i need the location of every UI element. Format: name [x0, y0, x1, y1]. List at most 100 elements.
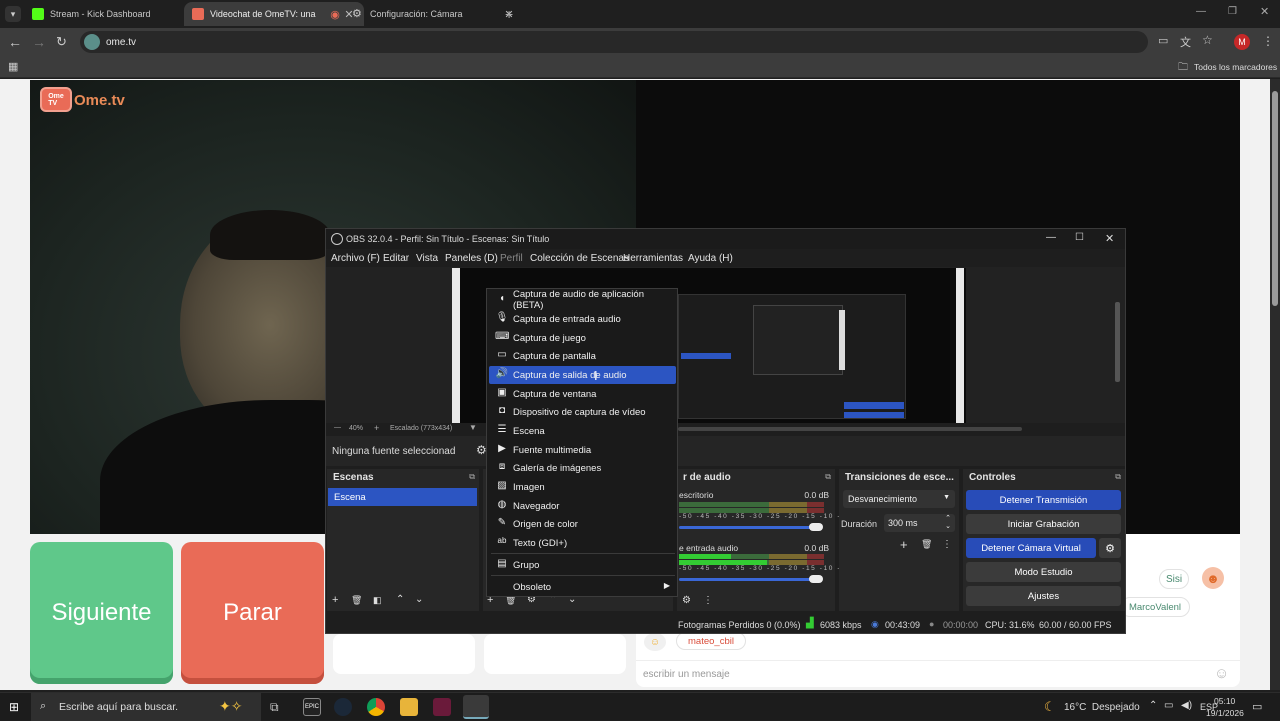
menu-perfil[interactable]: Perfil [500, 253, 523, 264]
back-icon[interactable]: ← [8, 34, 22, 50]
menu-dots-icon[interactable]: ⋮ [1262, 34, 1274, 48]
clock-date[interactable]: 19/1/2026 [1206, 708, 1244, 718]
filter-icon[interactable]: ◧ [373, 595, 382, 606]
volume-slider[interactable] [679, 526, 817, 529]
emoji-icon[interactable]: ☺ [1214, 665, 1229, 682]
menu-item-image-slideshow[interactable]: ⧈ Galería de imágenes [489, 459, 676, 477]
profile-avatar[interactable]: M [1234, 34, 1250, 50]
windows-start-icon[interactable]: ⊞ [9, 700, 19, 714]
notifications-icon[interactable]: ▭ [1252, 700, 1262, 713]
settings-button[interactable]: Ajustes [966, 586, 1121, 606]
spin-up-icon[interactable]: ⌃ [945, 514, 951, 522]
menu-vista[interactable]: Vista [416, 253, 438, 264]
apps-grid-icon[interactable]: ▦ [8, 60, 18, 73]
menu-item-group[interactable]: ▤ Grupo [489, 556, 676, 574]
trash-icon[interactable]: 🗑 [351, 595, 362, 606]
bookmark-star-icon[interactable]: ☆ [1202, 33, 1213, 47]
dock-undock-icon[interactable]: ⧉ [469, 472, 475, 482]
start-recording-button[interactable]: Iniciar Grabación [966, 514, 1121, 534]
stop-virtual-camera-button[interactable]: Detener Cámara Virtual [966, 538, 1096, 558]
menu-item-color-source[interactable]: ✎ Origen de color [489, 515, 676, 533]
dock-undock-icon[interactable]: ⧉ [825, 472, 831, 482]
menu-coleccion-escenas[interactable]: Colección de Escenas [530, 253, 629, 264]
dock-undock-icon[interactable]: ⧉ [1115, 472, 1121, 482]
maximize-icon[interactable]: ☐ [1075, 232, 1084, 243]
zoom-in-icon[interactable]: + [374, 423, 379, 433]
add-scene-icon[interactable]: + [332, 594, 338, 606]
site-info-icon[interactable] [84, 34, 100, 50]
menu-item-image[interactable]: ▨ Imagen [489, 478, 676, 496]
menu-herramientas[interactable]: Herramientas [623, 253, 683, 264]
scaling-dropdown-icon[interactable]: ▼ [469, 423, 477, 432]
preview-scrollbar[interactable] [1115, 302, 1120, 382]
weather-text[interactable]: 16°C Despejado [1064, 702, 1140, 713]
network-icon[interactable]: ▭ [1164, 700, 1173, 711]
menu-item-audio-output-capture[interactable]: 🔊 Captura de salida de audio [489, 366, 676, 384]
new-tab-icon[interactable]: + [505, 6, 513, 22]
tray-chevron-icon[interactable]: ⌃ [1149, 700, 1157, 711]
stop-button[interactable]: Parar [181, 542, 324, 684]
volume-slider[interactable] [679, 578, 817, 581]
move-up-icon[interactable]: ⌃ [396, 594, 404, 605]
menu-archivo[interactable]: Archivo (F) [331, 253, 380, 264]
minimize-icon[interactable]: — [1196, 6, 1206, 17]
move-down-icon[interactable]: ⌄ [415, 594, 423, 605]
translate-icon[interactable]: 文 [1180, 34, 1191, 50]
clock-time[interactable]: 05:10 [1214, 696, 1235, 706]
restore-icon[interactable]: ❐ [1228, 6, 1237, 17]
menu-editar[interactable]: Editar [383, 253, 409, 264]
duration-spinbox[interactable]: 300 ms ⌃ ⌄ [884, 514, 955, 532]
menu-item-video-capture-device[interactable]: ◘ Dispositivo de captura de vídeo [489, 403, 676, 421]
forward-icon[interactable]: → [32, 34, 46, 50]
tab-search-icon[interactable]: ▾ [5, 6, 21, 22]
trash-icon[interactable]: 🗑 [921, 539, 932, 550]
menu-item-media-source[interactable]: ▶ Fuente multimedia [489, 441, 676, 459]
menu-ayuda[interactable]: Ayuda (H) [688, 253, 733, 264]
reload-icon[interactable]: ↻ [56, 34, 67, 50]
tab-settings-camera[interactable]: ⚙ Configuración: Cámara ✕ [344, 2, 524, 26]
close-icon[interactable]: ✕ [1105, 232, 1114, 245]
cast-icon[interactable]: ▭ [1158, 34, 1168, 47]
taskbar-search[interactable]: ⌕ Escribe aquí para buscar. ✦✧ [31, 693, 261, 721]
epic-games-icon[interactable]: EPIC [303, 698, 321, 716]
volume-slider-handle[interactable] [809, 523, 823, 531]
menu-item-window-capture[interactable]: ▣ Captura de ventana [489, 385, 676, 403]
tab-kick[interactable]: Stream - Kick Dashboard ✕ [24, 2, 204, 26]
menu-item-audio-input-capture[interactable]: 🎙 Captura de entrada audio [489, 310, 676, 328]
menu-item-scene[interactable]: ☰ Escena [489, 422, 676, 440]
horizontal-scrollbar[interactable] [678, 427, 1022, 431]
chrome-icon[interactable] [367, 698, 385, 716]
task-view-icon[interactable]: ⧉ [270, 700, 279, 715]
volume-icon[interactable]: ◀) [1181, 700, 1192, 711]
scene-item-escena[interactable]: Escena [328, 488, 477, 506]
tab-ometv[interactable]: Videochat de OmeTV: una ◉ ✕ [184, 2, 364, 26]
all-bookmarks-link[interactable]: Todos los marcadores [1194, 62, 1277, 72]
page-scrollbar[interactable] [1270, 79, 1280, 690]
add-transition-icon[interactable]: + [900, 537, 908, 552]
studio-mode-button[interactable]: Modo Estudio [966, 562, 1121, 582]
menu-item-deprecated[interactable]: Obsoleto ▶ [489, 578, 676, 596]
menu-dots-icon[interactable]: ⋮ [703, 595, 713, 606]
close-window-icon[interactable]: ✕ [1260, 5, 1269, 18]
stop-streaming-button[interactable]: Detener Transmisión [966, 490, 1121, 510]
address-bar[interactable]: ome.tv [80, 31, 1148, 53]
next-button[interactable]: Siguiente [30, 542, 173, 684]
scrollbar-thumb[interactable] [1272, 91, 1278, 306]
menu-paneles[interactable]: Paneles (D) [445, 253, 498, 264]
menu-dots-icon[interactable]: ⋮ [942, 539, 952, 550]
chat-input[interactable]: escribir un mensaje ☺ [636, 660, 1240, 687]
minimize-icon[interactable]: — [1046, 232, 1056, 243]
volume-slider-handle[interactable] [809, 575, 823, 583]
menu-item-app-audio-capture[interactable]: ◖ Captura de audio de aplicación (BETA) [489, 289, 676, 311]
file-explorer-icon[interactable] [400, 698, 418, 716]
steam-icon[interactable] [334, 698, 352, 716]
zoom-out-icon[interactable]: — [334, 424, 341, 431]
spin-down-icon[interactable]: ⌄ [945, 522, 951, 530]
app-icon[interactable] [433, 698, 451, 716]
menu-item-game-capture[interactable]: ⌨ Captura de juego [489, 329, 676, 347]
obs-taskbar-icon[interactable] [463, 695, 489, 719]
advanced-audio-icon[interactable]: ⚙ [682, 595, 691, 606]
menu-item-browser[interactable]: ◍ Navegador [489, 497, 676, 515]
menu-item-text-gdi[interactable]: ab Texto (GDI+) [489, 534, 676, 552]
transition-select[interactable]: Desvanecimiento ▼ [843, 490, 955, 508]
